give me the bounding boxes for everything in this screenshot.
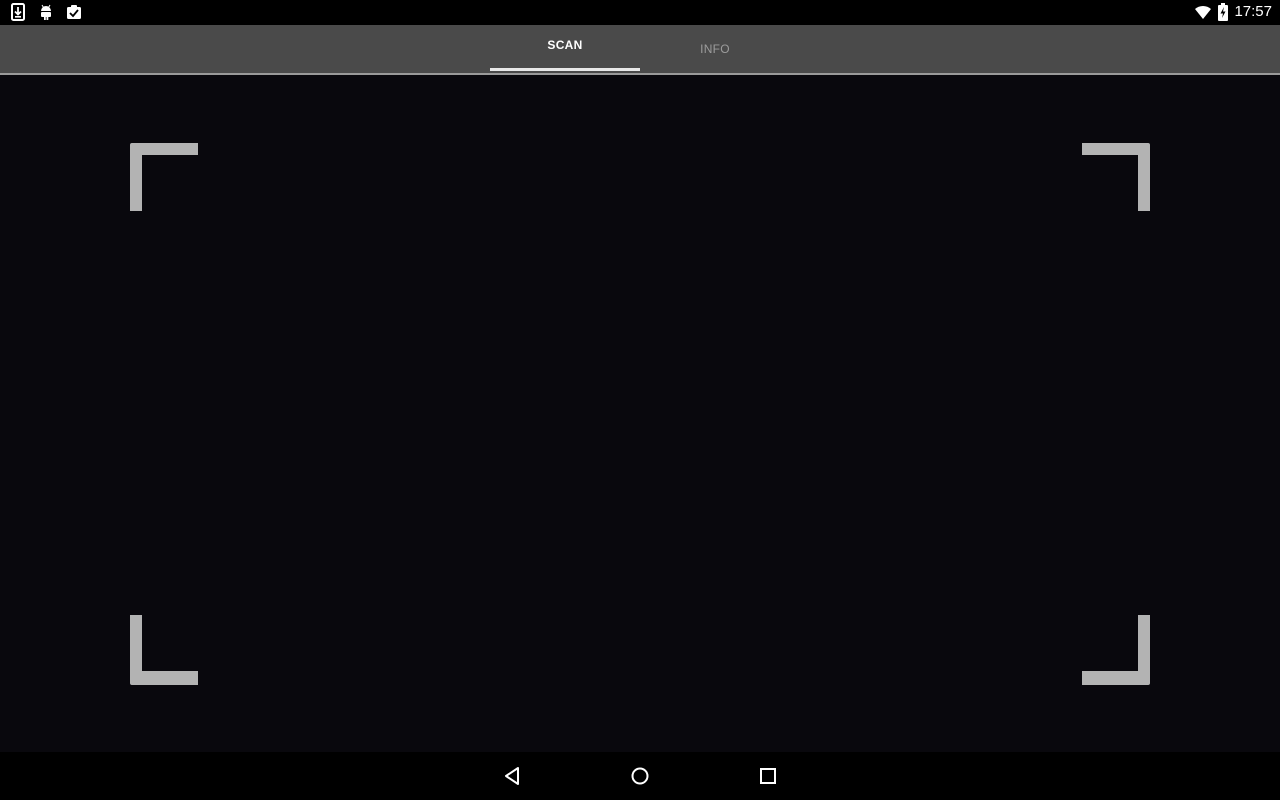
- camera-viewfinder[interactable]: [0, 75, 1280, 752]
- wifi-icon: [1195, 5, 1212, 19]
- download-icon: [11, 3, 25, 21]
- tab-bar: SCAN INFO: [0, 25, 1280, 75]
- clipboard-check-icon: [67, 5, 81, 19]
- status-bar-time: 17:57: [1234, 3, 1272, 20]
- android-debug-icon: [41, 4, 51, 20]
- back-icon[interactable]: [500, 764, 524, 788]
- battery-charging-icon: [1218, 3, 1229, 21]
- viewfinder-corner-top-left: [128, 141, 198, 211]
- status-bar: 17:57: [0, 0, 1280, 25]
- tab-selected-indicator: [490, 68, 640, 71]
- viewfinder-corner-top-right: [1082, 141, 1152, 211]
- viewfinder-corner-bottom-right: [1082, 615, 1152, 685]
- tab-scan[interactable]: SCAN: [490, 21, 640, 69]
- viewfinder-corner-bottom-left: [128, 615, 198, 685]
- status-bar-notifications: [10, 3, 82, 21]
- navigation-bar: [0, 752, 1280, 800]
- status-bar-system: 17:57: [1194, 2, 1272, 22]
- tab-info[interactable]: INFO: [640, 25, 790, 73]
- home-icon[interactable]: [628, 764, 652, 788]
- recents-icon[interactable]: [756, 764, 780, 788]
